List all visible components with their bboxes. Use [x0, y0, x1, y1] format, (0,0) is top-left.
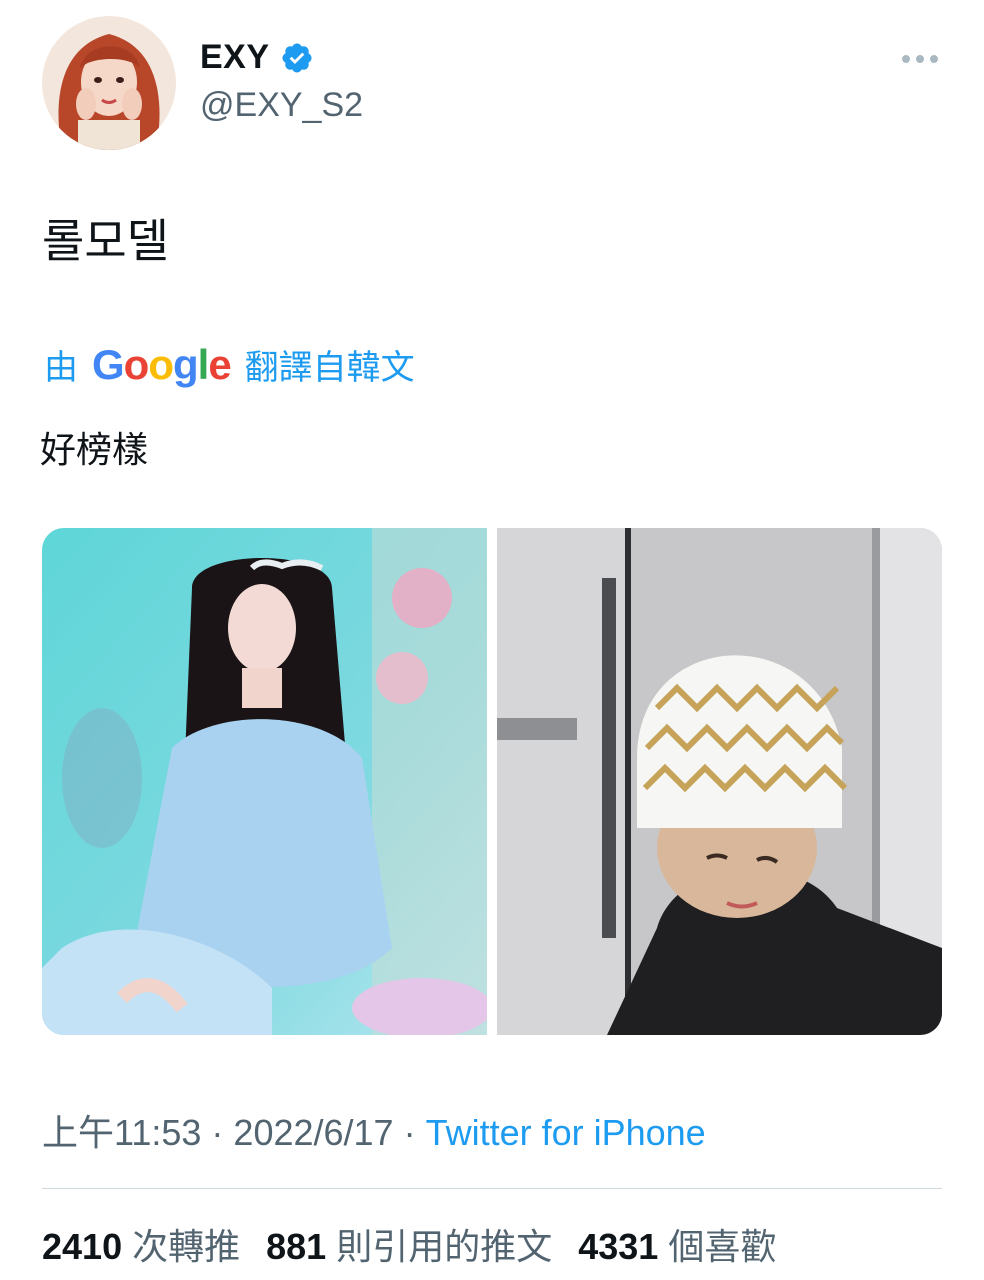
- likes-label: 個喜歡: [668, 1226, 777, 1267]
- quotes-stat[interactable]: 881 則引用的推文: [266, 1218, 552, 1270]
- retweets-stat[interactable]: 2410 次轉推: [42, 1218, 240, 1270]
- tweet-meta: 上午11:53 · 2022/6/17 · Twitter for iPhone: [42, 1104, 706, 1156]
- display-name[interactable]: EXY: [200, 38, 270, 77]
- meta-separator: ·: [393, 1112, 426, 1153]
- translation-attribution[interactable]: 由 Google 翻譯自韓文: [44, 340, 415, 389]
- more-options-icon: [902, 55, 938, 63]
- author-name-row: EXY: [200, 38, 314, 77]
- photo-blue-dress-image: [42, 528, 487, 1035]
- google-logo: Google: [92, 340, 232, 388]
- translation-suffix: 翻譯自韓文: [244, 349, 415, 387]
- tweet-text: 롤모델: [42, 215, 169, 267]
- photo-blue-dress[interactable]: [42, 528, 487, 1035]
- retweets-count: 2410: [42, 1226, 123, 1267]
- retweets-label: 次轉推: [132, 1226, 241, 1267]
- avatar-image: [42, 16, 176, 150]
- likes-stat[interactable]: 4331 個喜歡: [578, 1218, 776, 1270]
- translation-prefix: 由: [44, 349, 78, 387]
- meta-separator: ·: [201, 1112, 234, 1153]
- media-grid: [42, 528, 942, 1035]
- author-handle[interactable]: @EXY_S2: [200, 86, 363, 125]
- profile-avatar[interactable]: [42, 16, 176, 150]
- likes-count: 4331: [578, 1226, 659, 1267]
- quotes-count: 881: [266, 1226, 327, 1267]
- tweet-source[interactable]: Twitter for iPhone: [426, 1112, 706, 1153]
- translated-text: 好榜樣: [40, 429, 149, 470]
- tweet-date[interactable]: 2022/6/17: [233, 1112, 393, 1153]
- divider: [42, 1188, 942, 1189]
- verified-badge-icon: [282, 42, 312, 73]
- photo-fruit-net-hat-image: [497, 528, 942, 1035]
- quotes-label: 則引用的推文: [336, 1226, 553, 1267]
- tweet-time[interactable]: 上午11:53: [42, 1112, 201, 1153]
- photo-fruit-net-hat[interactable]: [497, 528, 942, 1035]
- more-options-button[interactable]: [896, 44, 944, 74]
- tweet-stats: 2410 次轉推 881 則引用的推文 4331 個喜歡: [42, 1218, 776, 1270]
